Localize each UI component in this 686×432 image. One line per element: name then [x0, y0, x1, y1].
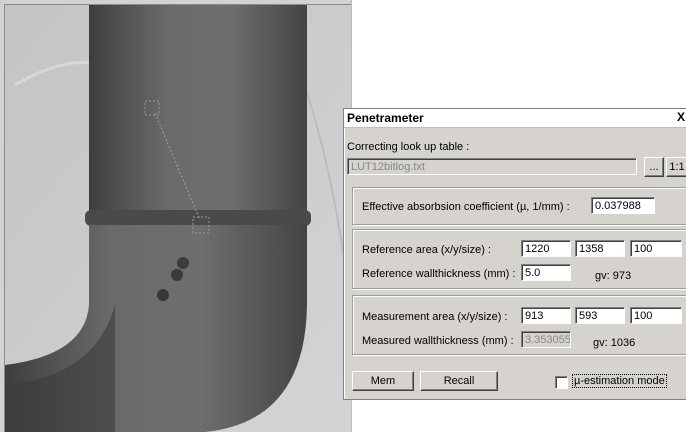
- mu-estimation-label[interactable]: µ-estimation mode: [572, 374, 667, 388]
- reference-x-input[interactable]: 1220: [521, 240, 571, 257]
- reference-area-label: Reference area (x/y/size) :: [362, 244, 491, 256]
- xray-image-view[interactable]: [4, 4, 351, 432]
- reference-wall-input[interactable]: 5.0: [521, 264, 571, 281]
- lut-file-field: LUT12bitlog.txt: [347, 158, 637, 175]
- measurement-gv-readout: gv: 1036: [593, 337, 636, 349]
- measurement-x-input[interactable]: 913: [521, 307, 571, 324]
- reference-size-input[interactable]: 100: [630, 240, 682, 257]
- dialog-title: Penetrameter: [347, 111, 424, 125]
- measurement-wall-output: 3.353055: [521, 331, 571, 348]
- one-to-one-button[interactable]: 1:1: [666, 157, 686, 177]
- reference-gv-readout: gv: 973: [595, 270, 632, 282]
- reference-y-input[interactable]: 1358: [575, 240, 625, 257]
- mem-button[interactable]: Mem: [352, 371, 414, 391]
- reference-wall-label: Reference wallthickness (mm) :: [362, 268, 516, 280]
- xray-image-window: [0, 0, 352, 432]
- dialog-titlebar[interactable]: Penetrameter X: [344, 109, 686, 128]
- close-icon[interactable]: X: [677, 110, 686, 124]
- measurement-y-input[interactable]: 593: [575, 307, 625, 324]
- xray-pipe-image[interactable]: [5, 5, 351, 432]
- absorption-label: Effective absorbsion coefficient (µ, 1/m…: [362, 201, 570, 213]
- lut-label: Correcting look up table :: [347, 141, 470, 153]
- measurement-area-label: Measurement area (x/y/size) :: [362, 311, 508, 323]
- penetrameter-dialog: Penetrameter X Correcting look up table …: [343, 108, 686, 400]
- reference-group: [352, 229, 686, 289]
- mu-estimation-checkbox[interactable]: [555, 376, 568, 389]
- absorption-input[interactable]: 0.037988: [591, 197, 655, 214]
- recall-button[interactable]: Recall: [420, 371, 498, 391]
- measurement-size-input[interactable]: 100: [630, 307, 682, 324]
- browse-button[interactable]: ...: [644, 157, 664, 177]
- measurement-wall-label: Measured wallthickness (mm) :: [362, 335, 514, 347]
